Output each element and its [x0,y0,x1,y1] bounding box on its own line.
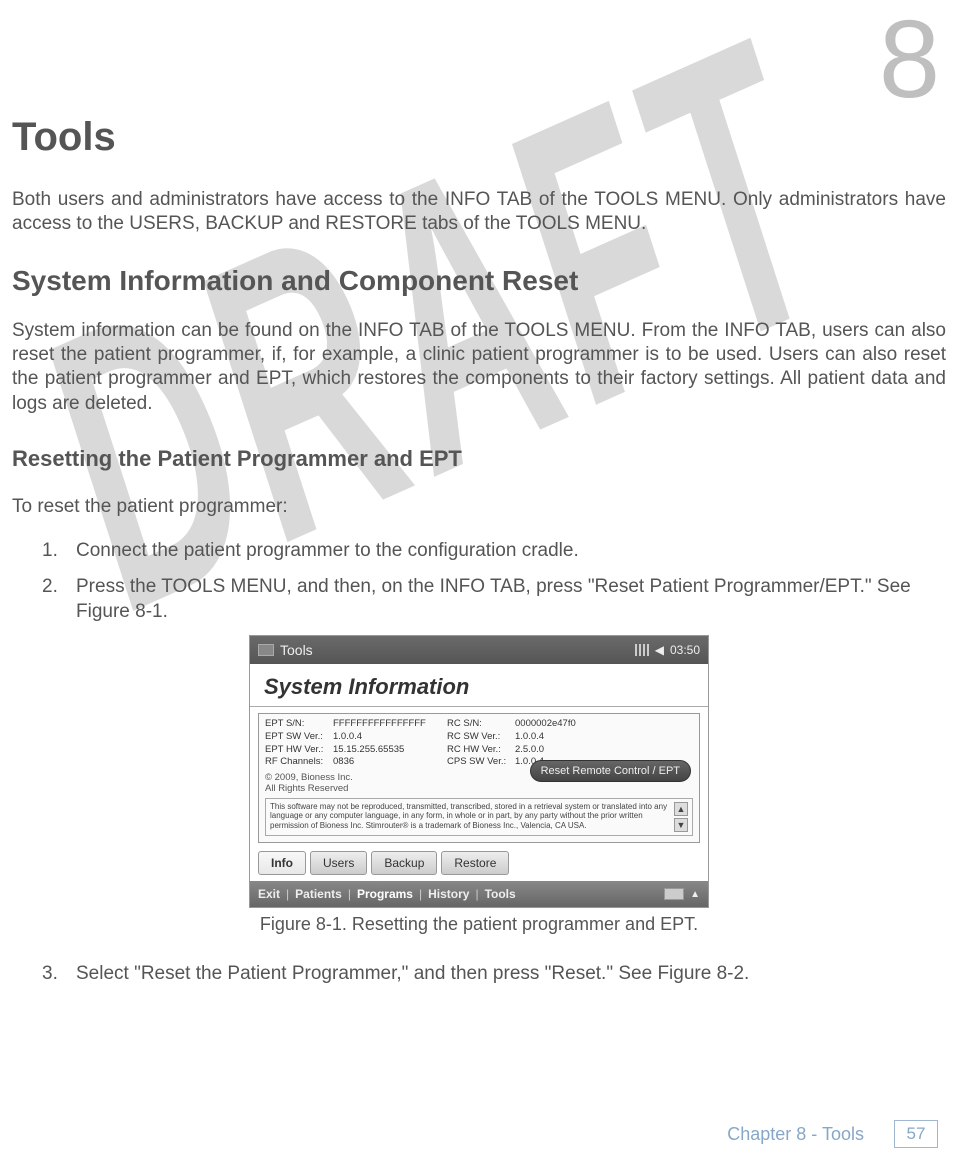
info-key: CPS SW Ver.: [447,756,509,768]
section-heading: System Information and Component Reset [12,265,946,297]
step-number: 2. [42,574,76,625]
scroll-down-button[interactable]: ▼ [674,818,688,832]
subsection-heading: Resetting the Patient Programmer and EPT [12,446,946,472]
footer-chapter: Chapter 8 - Tools [727,1124,864,1145]
scroll-up-button[interactable]: ▲ [674,802,688,816]
tab-users[interactable]: Users [310,851,367,875]
keyboard-icon[interactable] [664,888,684,900]
menu-patients[interactable]: Patients [295,887,342,901]
info-val: 0836 [333,756,441,768]
signal-icon [635,644,649,656]
info-panel: EPT S/N: FFFFFFFFFFFFFFFF RC S/N: 0000002e… [258,713,700,844]
info-val: 0000002e47f0 [515,718,693,730]
device-topbar: Tools ◀ 03:50 [250,636,708,664]
info-val: 15.15.255.65535 [333,744,441,756]
page-number: 57 [894,1120,938,1148]
tab-restore[interactable]: Restore [441,851,509,875]
info-key: RC HW Ver.: [447,744,509,756]
info-val: FFFFFFFFFFFFFFFF [333,718,441,730]
copyright-line: All Rights Reserved [265,783,693,794]
info-key: EPT HW Ver.: [265,744,327,756]
tab-info[interactable]: Info [258,851,306,875]
menu-tools[interactable]: Tools [485,887,516,901]
step-text: Press the TOOLS MENU, and then, on the I… [76,574,946,625]
step-number: 1. [42,538,76,564]
lead-text: To reset the patient programmer: [12,496,946,518]
info-val: 1.0.0.4 [515,731,693,743]
section-paragraph: System information can be found on the I… [12,319,946,416]
figure-container: Tools ◀ 03:50 System Information EPT S/N… [12,635,946,909]
chevron-up-icon[interactable]: ▲ [690,889,700,900]
info-key: RF Channels: [265,756,327,768]
page-title: Tools [12,115,946,160]
reset-remote-button[interactable]: Reset Remote Control / EPT [530,760,691,782]
info-key: EPT SW Ver.: [265,731,327,743]
menu-exit[interactable]: Exit [258,887,280,901]
info-key: RC S/N: [447,718,509,730]
legal-text: This software may not be reproduced, tra… [270,802,670,830]
menu-programs[interactable]: Programs [357,887,413,901]
info-key: EPT S/N: [265,718,327,730]
step-text: Connect the patient programmer to the co… [76,538,579,564]
figure-caption: Figure 8-1. Resetting the patient progra… [12,914,946,935]
step-item: 2. Press the TOOLS MENU, and then, on th… [42,574,946,625]
device-screenshot: Tools ◀ 03:50 System Information EPT S/N… [249,635,709,909]
step-item: 1. Connect the patient programmer to the… [42,538,946,564]
chapter-number: 8 [12,10,946,109]
divider [250,706,708,707]
device-bottombar: Exit| Patients| Programs| History| Tools… [250,881,708,907]
info-val: 2.5.0.0 [515,744,693,756]
info-key: RC SW Ver.: [447,731,509,743]
menu-history[interactable]: History [428,887,469,901]
intro-paragraph: Both users and administrators have acces… [12,188,946,237]
topbar-time: 03:50 [670,643,700,657]
screen-title: System Information [250,664,708,702]
step-text: Select "Reset the Patient Programmer," a… [76,961,749,987]
step-number: 3. [42,961,76,987]
topbar-title: Tools [280,642,313,658]
tab-backup[interactable]: Backup [371,851,437,875]
info-val: 1.0.0.4 [333,731,441,743]
step-item: 3. Select "Reset the Patient Programmer,… [42,961,946,987]
flag-icon [258,644,274,656]
speaker-icon: ◀ [655,643,664,657]
